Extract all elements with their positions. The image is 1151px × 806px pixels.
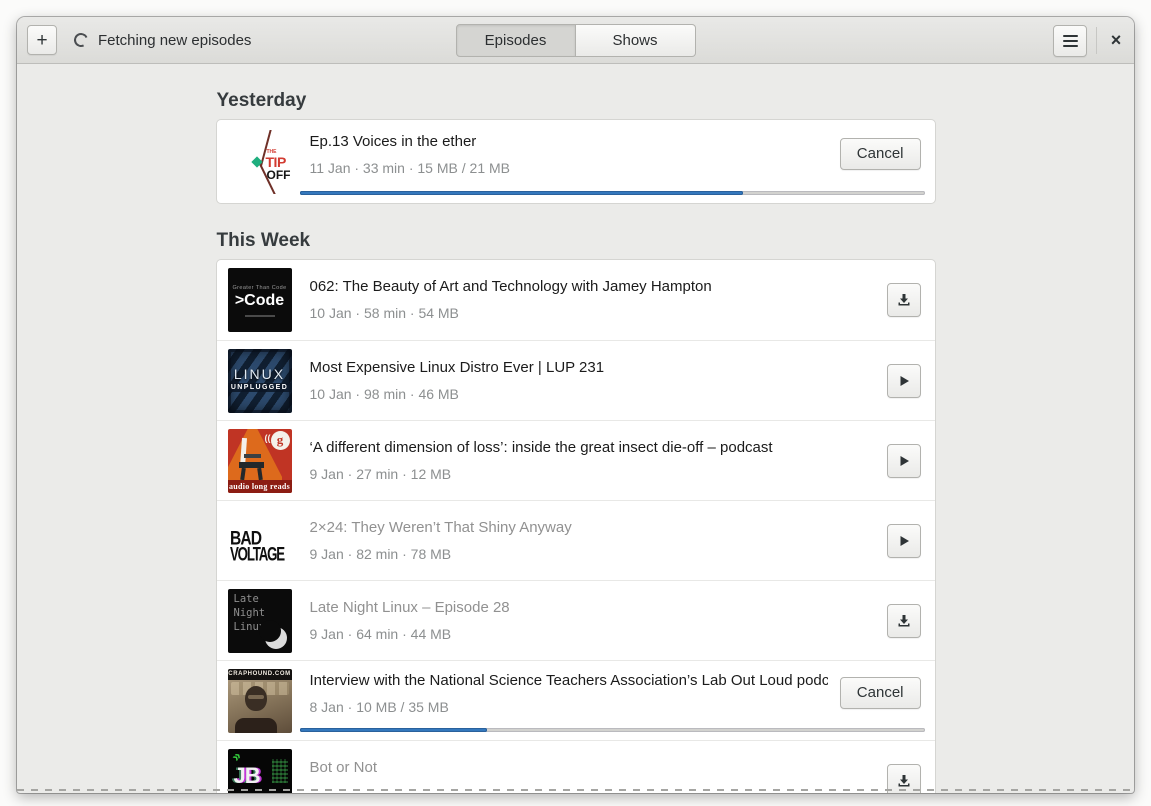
menu-button[interactable] — [1053, 25, 1087, 57]
tab-shows[interactable]: Shows — [575, 24, 696, 57]
episode-text: ‘A different dimension of loss’: inside … — [310, 438, 875, 484]
episode-row-bot-or-not[interactable]: » JB Bot or Not — [216, 740, 935, 794]
podcasts-window: + Fetching new episodes Episodes Shows ×… — [17, 17, 1134, 793]
download-progressbar — [299, 728, 925, 732]
section-title-this-week: This Week — [216, 230, 311, 251]
scroll-undershoot-indicator — [17, 789, 1134, 791]
episode-meta: 10 Jan · 98 min · 46 MB — [309, 385, 459, 402]
episode-text: Ep.13 Voices in the ether 11 Jan · 33 mi… — [310, 132, 828, 178]
this-week-card: Greater Than Code >Code 062: The Beauty … — [215, 259, 936, 794]
episode-row-greater-than-code[interactable]: Greater Than Code >Code 062: The Beauty … — [217, 260, 935, 340]
episode-meta: 11 Jan · 33 min · 15 MB / 21 MB — [309, 159, 511, 176]
view-switcher: Episodes Shows — [455, 24, 696, 57]
show-cover-greater-than-code: Greater Than Code >Code — [227, 268, 292, 332]
download-progress-fill — [299, 191, 744, 195]
header-separator — [1096, 27, 1097, 54]
status-text: Fetching new episodes — [98, 31, 252, 49]
download-progressbar — [299, 191, 925, 195]
episode-text: Late Night Linux – Episode 28 9 Jan · 64… — [310, 598, 875, 644]
play-button[interactable] — [886, 363, 921, 398]
download-icon — [898, 774, 909, 786]
episode-text: Interview with the National Science Teac… — [310, 671, 828, 717]
show-cover-bad-voltage: BAD VOLTAGE — [227, 508, 292, 573]
show-cover-linux-unplugged: LINUX UNPLUGGED — [227, 348, 292, 413]
episode-title: Ep.13 Voices in the ether — [309, 132, 477, 150]
cancel-download-button[interactable]: Cancel — [839, 137, 921, 170]
spinner-icon — [72, 31, 90, 49]
episode-row-audio-long-reads[interactable]: (( g audio long reads ‘A different dimen… — [216, 420, 935, 500]
show-cover-late-night-linux: Late Night Linux — [227, 588, 292, 653]
yesterday-card: THE TIP OFF Ep.13 Voices in the ether 11… — [215, 119, 936, 204]
close-button[interactable]: × — [1102, 26, 1130, 54]
hamburger-icon — [1062, 35, 1078, 37]
episode-meta: 10 Jan · 58 min · 54 MB — [309, 305, 459, 321]
download-progress-fill — [299, 728, 487, 732]
download-icon — [898, 614, 909, 626]
episode-title: ‘A different dimension of loss’: inside … — [309, 438, 773, 456]
episode-meta: 9 Jan · 27 min · 12 MB — [309, 465, 452, 482]
play-icon — [900, 455, 909, 466]
download-button[interactable] — [886, 603, 921, 638]
episode-title: 2×24: They Weren’t That Shiny Anyway — [309, 518, 572, 536]
tab-episodes[interactable]: Episodes — [455, 24, 576, 57]
add-podcast-button[interactable]: + — [27, 25, 57, 55]
play-button[interactable] — [886, 523, 921, 558]
show-cover-craphound: CRAPHOUND.COM — [227, 668, 292, 733]
episodes-view: Yesterday THE TIP OFF Ep.13 Voices in th… — [17, 64, 1134, 793]
episode-meta: 8 Jan · 10 MB / 35 MB — [309, 698, 449, 715]
download-button[interactable] — [886, 283, 921, 317]
episode-text: 2×24: They Weren’t That Shiny Anyway 9 J… — [310, 518, 875, 564]
show-cover-jb: » JB — [227, 748, 292, 793]
download-icon — [898, 294, 909, 306]
cancel-download-button[interactable]: Cancel — [839, 676, 921, 709]
episode-text: Bot or Not — [310, 758, 875, 794]
episode-row-tip-off[interactable]: THE TIP OFF Ep.13 Voices in the ether 11… — [217, 120, 935, 203]
episode-row-bad-voltage[interactable]: BAD VOLTAGE 2×24: They Weren’t That Shin… — [216, 500, 935, 580]
episode-title: 062: The Beauty of Art and Technology wi… — [309, 278, 712, 295]
episode-text: Most Expensive Linux Distro Ever | LUP 2… — [310, 358, 875, 404]
headerbar: + Fetching new episodes Episodes Shows × — [17, 17, 1134, 64]
play-icon — [900, 535, 909, 546]
episode-title: Bot or Not — [309, 758, 378, 776]
episode-title: Most Expensive Linux Distro Ever | LUP 2… — [309, 358, 605, 376]
show-cover-the-tip-off: THE TIP OFF — [227, 129, 292, 194]
episode-meta: 9 Jan · 64 min · 44 MB — [309, 625, 452, 642]
play-icon — [900, 375, 909, 386]
episode-row-craphound[interactable]: CRAPHOUND.COM Interview with the Nationa… — [216, 660, 935, 740]
episode-meta: 9 Jan · 82 min · 78 MB — [309, 545, 452, 562]
episode-row-late-night-linux[interactable]: Late Night Linux Late Night Linux – Epis… — [216, 580, 935, 660]
episode-text: 062: The Beauty of Art and Technology wi… — [310, 277, 875, 323]
section-title-yesterday: Yesterday — [216, 90, 307, 111]
episode-title: Interview with the National Science Teac… — [309, 671, 828, 689]
episode-title: Late Night Linux – Episode 28 — [309, 598, 510, 616]
episode-row-linux-unplugged[interactable]: LINUX UNPLUGGED Most Expensive Linux Dis… — [216, 340, 935, 420]
play-button[interactable] — [886, 443, 921, 478]
show-cover-audio-long-reads: (( g audio long reads — [227, 428, 292, 493]
